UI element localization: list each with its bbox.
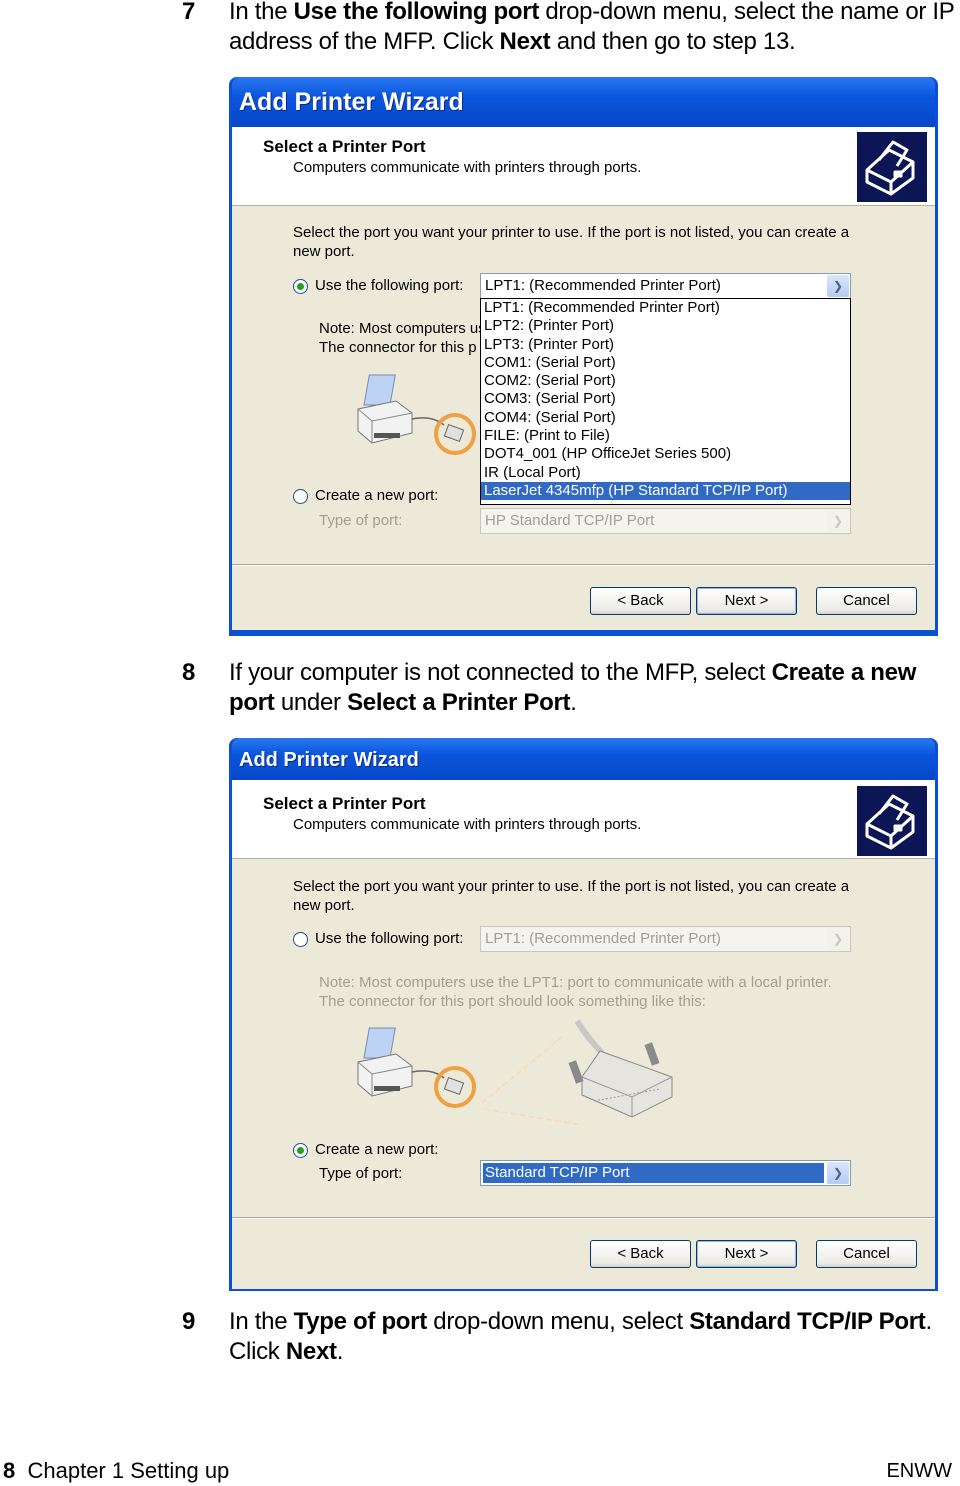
step-text: If your computer is not connected to the… [229,658,959,718]
wizard-header: Select a Printer Port Computers communic… [232,127,935,206]
separator [232,564,935,566]
text-run: and then go to step 13. [550,28,796,55]
chapter-title: Chapter 1 Setting up [27,1458,230,1483]
printer-icon [857,132,927,202]
text-run: In the [229,1308,294,1335]
next-button[interactable]: Next > [696,587,797,615]
header-subtitle: Computers communicate with printers thro… [293,816,642,833]
page-footer-left: 8 Chapter 1 Setting up [3,1458,229,1484]
page-footer-right: ENWW [886,1460,952,1482]
create-new-port-label[interactable]: Create a new port: [315,1141,438,1158]
dropdown-option[interactable]: COM2: (Serial Port) [481,372,850,390]
emphasis-text: Next [285,1338,337,1365]
dropdown-option[interactable]: FILE: (Print to File) [481,427,850,445]
step-number: 8 [182,659,196,686]
wizard-body: Select the port you want your printer to… [232,206,935,630]
dropdown-option[interactable]: IR (Local Port) [481,464,850,482]
wizard-title: Add Printer Wizard [232,77,935,127]
type-of-port-combo[interactable]: Standard TCP/IP Port ❯ [480,1160,851,1186]
dropdown-option[interactable]: LPT3: (Printer Port) [481,336,850,354]
port-dropdown-list[interactable]: LPT1: (Recommended Printer Port) LPT2: (P… [480,298,851,505]
use-following-port-radio[interactable] [293,279,308,294]
dropdown-option[interactable]: COM4: (Serial Port) [481,409,850,427]
cancel-button[interactable]: Cancel [816,587,917,615]
instruction-text: Select the port you want your printer to… [293,878,850,914]
dropdown-option[interactable]: LPT2: (Printer Port) [481,317,850,335]
printer-icon [857,786,927,856]
cancel-button[interactable]: Cancel [816,1240,917,1268]
header-title: Select a Printer Port [263,794,426,813]
note-line-1: Note: Most computers us [319,320,486,337]
step-text: In the Type of port drop-down menu, sele… [229,1307,959,1367]
chevron-down-icon[interactable]: ❯ [827,928,849,950]
dropdown-option[interactable]: LPT1: (Recommended Printer Port) [481,299,850,317]
header-subtitle: Computers communicate with printers thro… [293,159,642,176]
chevron-down-icon[interactable]: ❯ [827,510,849,532]
note-line-2: The connector for this port should look … [319,993,706,1010]
text-run: If your computer is not connected to the… [229,659,772,686]
dropdown-option[interactable]: COM3: (Serial Port) [481,390,850,408]
note-line-2: The connector for this p [319,339,477,356]
wizard-header: Select a Printer Port Computers communic… [232,780,935,859]
use-following-port-label[interactable]: Use the following port: [315,930,463,947]
dropdown-option[interactable]: COM1: (Serial Port) [481,354,850,372]
emphasis-text: Use the following port [293,0,540,25]
use-port-value: LPT1: (Recommended Printer Port) [485,930,721,947]
use-following-port-radio[interactable] [293,932,308,947]
use-following-port-label[interactable]: Use the following port: [315,277,463,294]
type-of-port-value: HP Standard TCP/IP Port [485,512,655,529]
use-port-value: LPT1: (Recommended Printer Port) [485,277,721,294]
use-port-combo[interactable]: LPT1: (Recommended Printer Port) ❯ [480,926,851,952]
text-run: . [570,689,577,716]
step-text: In the Use the following port drop-down … [229,0,959,57]
instruction-text: Select the port you want your printer to… [293,224,850,260]
header-title: Select a Printer Port [263,137,426,156]
emphasis-text: Select a Printer Port [347,689,571,716]
back-button[interactable]: < Back [590,1240,691,1268]
chevron-down-icon[interactable]: ❯ [827,275,849,297]
printer-illustration [352,1024,482,1119]
text-run: under [274,689,348,716]
chevron-down-icon[interactable]: ❯ [827,1162,849,1184]
text-run: . [336,1338,344,1365]
page-number: 8 [3,1458,16,1483]
emphasis-text: Type of port [293,1308,428,1335]
text-run: drop-down menu, select [426,1308,690,1335]
printer-illustration [352,371,482,466]
back-button[interactable]: < Back [590,587,691,615]
dropdown-option[interactable]: LaserJet 4345mfp (HP Standard TCP/IP Por… [481,481,850,501]
create-new-port-radio[interactable] [293,1143,308,1158]
parallel-connector-illustration [472,1017,702,1127]
type-of-port-value: Standard TCP/IP Port [483,1163,824,1183]
create-new-port-radio[interactable] [293,489,308,504]
step-number: 9 [182,1308,196,1335]
add-printer-wizard-dialog-2: Add Printer Wizard Select a Printer Port… [229,738,938,1291]
add-printer-wizard-dialog-1: Add Printer Wizard Select a Printer Port… [229,77,938,636]
emphasis-text: Standard TCP/IP Port [689,1308,926,1335]
wizard-title: Add Printer Wizard [232,738,935,780]
emphasis-text: Next [499,28,551,55]
next-button[interactable]: Next > [696,1240,797,1268]
type-of-port-combo[interactable]: HP Standard TCP/IP Port ❯ [480,508,851,534]
create-new-port-label[interactable]: Create a new port: [315,487,438,504]
use-port-combo[interactable]: LPT1: (Recommended Printer Port) ❯ [480,273,851,299]
type-of-port-label: Type of port: [319,1165,403,1182]
type-of-port-label: Type of port: [319,512,403,529]
text-run: In the [229,0,294,25]
step-number: 7 [182,0,196,25]
note-line-1: Note: Most computers use the LPT1: port … [319,974,832,991]
dropdown-option[interactable]: DOT4_001 (HP OfficeJet Series 500) [481,445,850,463]
wizard-body: Select the port you want your printer to… [232,859,935,1289]
separator [232,1217,935,1219]
